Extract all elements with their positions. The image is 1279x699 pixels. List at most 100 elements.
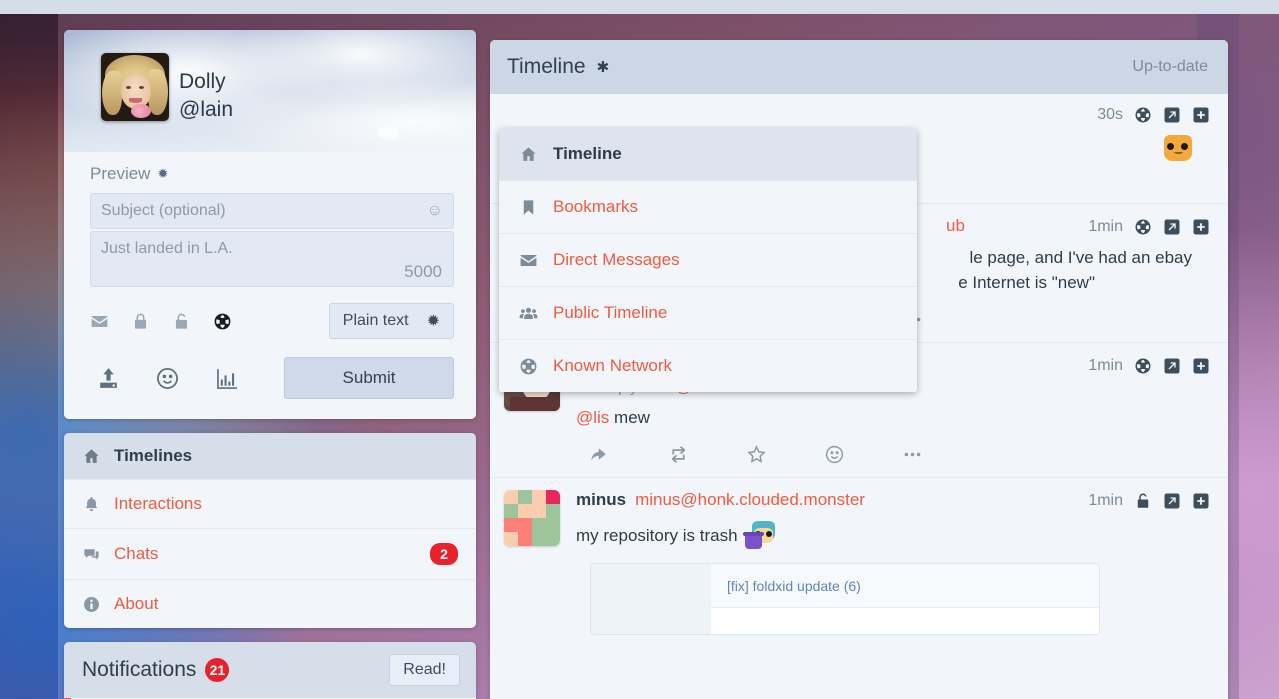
timelines-nav-header[interactable]: Timelines [64, 433, 476, 479]
emoji-smiley-icon[interactable] [155, 366, 180, 391]
subject-input[interactable]: Subject (optional) ☺ [90, 193, 454, 229]
identicon-cell [504, 503, 518, 518]
dropdown-item-known-network[interactable]: Known Network [499, 339, 917, 392]
chevron-down-icon: ✹ [157, 166, 169, 181]
home-icon [84, 448, 99, 463]
plus-square-icon[interactable] [1192, 218, 1210, 236]
more-options-icon[interactable] [902, 444, 923, 465]
dolly-avatar[interactable] [101, 53, 169, 121]
dropdown-item-direct-messages[interactable]: Direct Messages [499, 233, 917, 286]
scope-row: Plain text ✹ [90, 303, 454, 339]
globe-icon [1135, 107, 1151, 123]
link-preview-main: [fix] foldxid update (6) [711, 563, 1099, 634]
sidebar-item-label: Chats [114, 544, 159, 563]
table-row[interactable]: minus minus@honk.clouded.monster 1min my… [490, 478, 1228, 645]
bookmark-icon [523, 199, 534, 215]
favorite-star-icon[interactable] [746, 444, 767, 465]
identicon-cell [546, 489, 560, 504]
dropdown-item-label: Timeline [553, 144, 622, 163]
mark-read-button[interactable]: Read! [389, 654, 460, 686]
minus-identicon-avatar[interactable] [504, 489, 560, 546]
wallpaper-left-shade [0, 14, 58, 699]
dropdown-item-bookmarks[interactable]: Bookmarks [499, 180, 917, 233]
notifications-count-badge: 21 [205, 658, 230, 682]
post-header: minus minus@honk.clouded.monster 1min [576, 490, 1210, 510]
mention-link[interactable]: @lis [576, 408, 609, 427]
sidebar-item-about[interactable]: About [64, 579, 476, 628]
format-select[interactable]: Plain text ✹ [328, 303, 454, 339]
lock-open-icon[interactable] [172, 312, 191, 331]
people-group-icon [519, 307, 538, 319]
post-text: @lis mew [576, 407, 1210, 430]
timeline-column: Timeline ✱ Up-to-date 30s ub 1min le pag… [490, 40, 1228, 699]
envelope-icon[interactable] [90, 312, 109, 331]
repeat-boost-icon[interactable] [668, 444, 689, 465]
plus-square-icon[interactable] [1192, 357, 1210, 375]
compose-tool-row: Submit [90, 357, 454, 399]
dropdown-item-label: Direct Messages [553, 250, 680, 269]
status-body-input[interactable]: Just landed in L.A. 5000 [90, 231, 454, 287]
chevron-down-icon: ✹ [426, 313, 440, 330]
plus-square-icon[interactable] [1192, 492, 1210, 510]
scope-selector [90, 312, 232, 331]
character-counter: 5000 [404, 262, 442, 281]
emoji-smiley-icon[interactable]: ☺ [427, 202, 443, 220]
post-timestamp: 30s [1097, 106, 1123, 123]
chat-bubbles-icon [84, 548, 99, 560]
sidebar-item-interactions[interactable]: Interactions [64, 479, 476, 528]
envelope-icon [520, 254, 537, 266]
compose-tools [90, 366, 239, 391]
submit-button[interactable]: Submit [284, 357, 454, 399]
expand-arrow-icon[interactable] [1163, 218, 1181, 236]
timeline-header[interactable]: Timeline ✱ Up-to-date [490, 40, 1228, 94]
preview-label: Preview [90, 164, 151, 183]
chats-unread-badge: 2 [430, 543, 458, 565]
avatar-flower [131, 104, 151, 118]
dropdown-item-public-timeline[interactable]: Public Timeline [499, 286, 917, 339]
expand-arrow-icon[interactable] [1163, 106, 1181, 124]
notifications-header: Notifications 21 Read! [64, 642, 476, 698]
identicon-cell [504, 517, 532, 532]
user-panel: Dolly @lain Preview ✹ Subject (optional)… [64, 30, 476, 419]
post-meta: 30s [1097, 106, 1210, 124]
identicon-cell [518, 489, 532, 504]
dropdown-item-timeline[interactable]: Timeline [499, 128, 917, 180]
post-timestamp: 1min [1088, 491, 1123, 509]
timeline-status: Up-to-date [1132, 58, 1208, 75]
post-text-rest: mew [609, 407, 650, 427]
post-author-handle[interactable]: minus@honk.clouded.monster [635, 490, 865, 510]
body-placeholder: Just landed in L.A. [101, 240, 233, 257]
link-preview-card[interactable]: [fix] foldxid update (6) [590, 562, 1100, 635]
avatar-eye-right [139, 86, 144, 89]
globe-icon [1135, 219, 1151, 235]
identicon-cell [532, 517, 546, 546]
dropdown-item-label: Public Timeline [553, 303, 668, 322]
link-preview-inner: [fix] foldxid update (6) [591, 563, 1099, 634]
expand-arrow-icon[interactable] [1163, 357, 1181, 375]
post-author-name[interactable]: minus [576, 490, 626, 510]
globe-icon[interactable] [213, 312, 232, 331]
preview-toggle[interactable]: Preview ✹ [90, 164, 452, 184]
post-meta: 1min [1088, 357, 1210, 375]
post-body: minus minus@honk.clouded.monster 1min my… [576, 490, 1210, 635]
post-meta: 1min [1088, 218, 1210, 236]
identicon-cell [518, 531, 532, 546]
sidebar-item-chats[interactable]: Chats 2 [64, 528, 476, 579]
dropdown-item-label: Bookmarks [553, 197, 639, 216]
reply-icon[interactable] [590, 444, 611, 465]
app-root: Dolly @lain Preview ✹ Subject (optional)… [0, 0, 1279, 699]
link-preview-thumbnail [591, 563, 711, 634]
expand-arrow-icon[interactable] [1163, 492, 1181, 510]
link-preview-title[interactable]: [fix] foldxid update (6) [711, 564, 1099, 608]
notifications-title: Notifications [82, 658, 197, 681]
collapse-chevron-up-icon[interactable]: ✱ [597, 58, 610, 76]
poll-chart-icon[interactable] [214, 366, 239, 391]
plus-square-icon[interactable] [1192, 106, 1210, 124]
compose-form: Preview ✹ Subject (optional) ☺ Just land… [64, 152, 476, 419]
upload-icon[interactable] [96, 366, 121, 391]
subject-placeholder: Subject (optional) [101, 202, 226, 219]
post-meta: 1min [1088, 492, 1210, 510]
emoji-react-icon[interactable] [824, 444, 845, 465]
lock-closed-icon[interactable] [131, 312, 150, 331]
format-value: Plain text [342, 312, 409, 329]
